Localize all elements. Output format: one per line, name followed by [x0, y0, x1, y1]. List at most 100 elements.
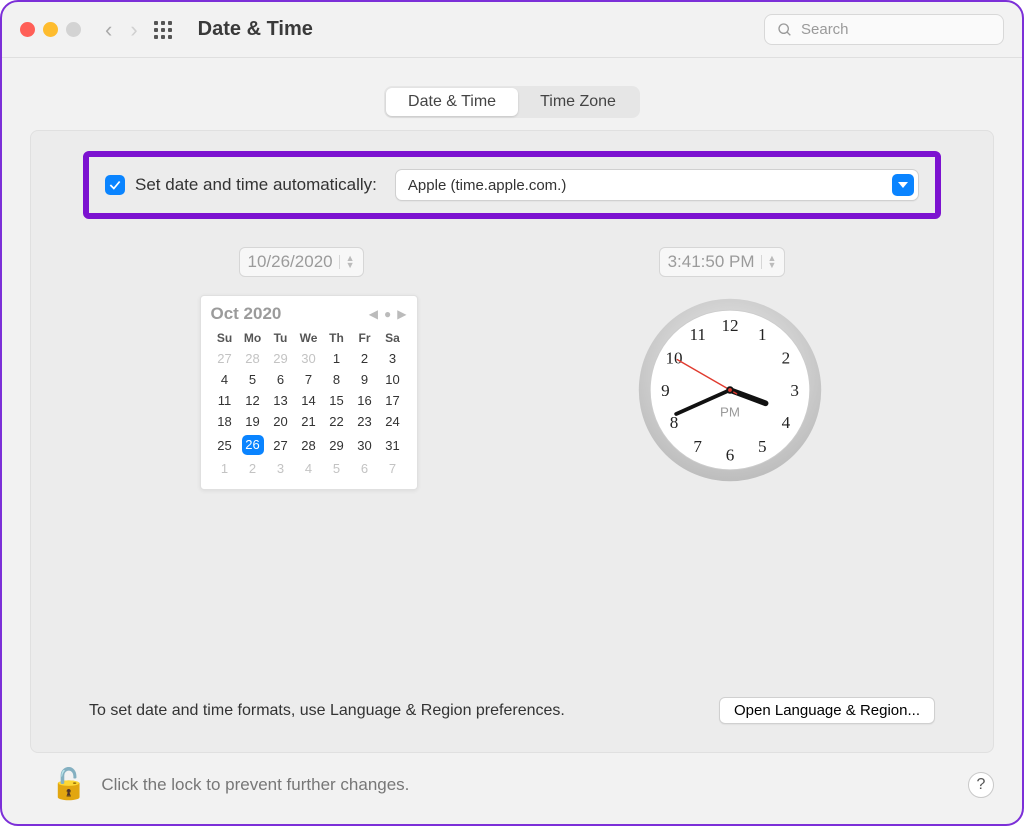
window-footer: 🔓 Click the lock to prevent further chan…	[2, 753, 1022, 824]
calendar-today-icon[interactable]: ●	[384, 307, 391, 321]
traffic-lights	[20, 22, 81, 37]
calendar-day[interactable]: 27	[267, 432, 295, 458]
date-field[interactable]: 10/26/2020 ▲▼	[239, 247, 364, 277]
calendar-day[interactable]: 2	[351, 348, 379, 369]
search-placeholder: Search	[801, 21, 849, 38]
format-hint-text: To set date and time formats, use Langua…	[89, 702, 565, 720]
calendar-day[interactable]: 10	[379, 369, 407, 390]
clock-face-icon: 121234567891011 PM	[635, 295, 825, 485]
open-language-region-button[interactable]: Open Language & Region...	[719, 697, 935, 724]
calendar-day[interactable]: 30	[351, 432, 379, 458]
svg-text:2: 2	[781, 349, 790, 368]
svg-text:7: 7	[693, 437, 702, 456]
calendar-day[interactable]: 4	[211, 369, 239, 390]
calendar-day[interactable]: 22	[323, 411, 351, 432]
tab-date-time[interactable]: Date & Time	[386, 88, 518, 116]
calendar-day[interactable]: 28	[239, 348, 267, 369]
close-window-button[interactable]	[20, 22, 35, 37]
calendar-day[interactable]: 25	[211, 432, 239, 458]
tab-time-zone[interactable]: Time Zone	[518, 88, 638, 116]
calendar-day[interactable]: 26	[239, 432, 267, 458]
calendar-day[interactable]: 17	[379, 390, 407, 411]
forward-button[interactable]: ›	[130, 17, 137, 43]
calendar-prev-icon[interactable]: ◀	[369, 307, 378, 321]
calendar-day[interactable]: 21	[295, 411, 323, 432]
time-field[interactable]: 3:41:50 PM ▲▼	[659, 247, 786, 277]
calendar-day[interactable]: 5	[323, 458, 351, 479]
window-title: Date & Time	[198, 18, 313, 41]
svg-text:4: 4	[781, 413, 790, 432]
date-stepper-icon[interactable]: ▲▼	[339, 255, 355, 269]
calendar-month-label: Oct 2020	[211, 304, 282, 324]
svg-text:11: 11	[689, 325, 705, 344]
titlebar: ‹ › Date & Time Search	[2, 2, 1022, 58]
svg-text:6: 6	[725, 445, 734, 464]
calendar-day[interactable]: 1	[211, 458, 239, 479]
calendar-day[interactable]: 24	[379, 411, 407, 432]
calendar-day[interactable]: 28	[295, 432, 323, 458]
lock-hint-text: Click the lock to prevent further change…	[101, 775, 409, 795]
calendar-day[interactable]: 5	[239, 369, 267, 390]
auto-set-checkbox[interactable]	[105, 175, 125, 195]
svg-text:3: 3	[790, 381, 799, 400]
calendar-day[interactable]: 29	[267, 348, 295, 369]
calendar-day[interactable]: 6	[351, 458, 379, 479]
calendar-day[interactable]: 1	[323, 348, 351, 369]
calendar-day[interactable]: 31	[379, 432, 407, 458]
calendar-day[interactable]: 2	[239, 458, 267, 479]
search-icon	[777, 22, 793, 38]
analog-clock: 121234567891011 PM	[635, 295, 825, 485]
calendar-day[interactable]: 19	[239, 411, 267, 432]
calendar-day[interactable]: 9	[351, 369, 379, 390]
calendar-day[interactable]: 16	[351, 390, 379, 411]
auto-time-row-highlight: Set date and time automatically: Apple (…	[83, 151, 941, 219]
calendar[interactable]: Oct 2020 ◀ ● ▶ SuMoTuWeThFrSa 2728293012…	[200, 295, 418, 490]
calendar-day[interactable]: 13	[267, 390, 295, 411]
svg-text:1: 1	[758, 325, 767, 344]
calendar-next-icon[interactable]: ▶	[397, 307, 406, 321]
calendar-day[interactable]: 20	[267, 411, 295, 432]
format-hint-row: To set date and time formats, use Langua…	[89, 697, 935, 724]
chevron-down-icon[interactable]	[892, 174, 914, 196]
svg-text:10: 10	[665, 349, 682, 368]
calendar-nav: ◀ ● ▶	[369, 307, 407, 321]
svg-text:8: 8	[669, 413, 678, 432]
show-all-icon[interactable]	[154, 21, 172, 39]
zoom-window-button	[66, 22, 81, 37]
minimize-window-button[interactable]	[43, 22, 58, 37]
calendar-day[interactable]: 14	[295, 390, 323, 411]
calendar-day[interactable]: 4	[295, 458, 323, 479]
date-value: 10/26/2020	[248, 252, 333, 272]
lock-icon[interactable]: 🔓	[50, 767, 87, 802]
calendar-day[interactable]: 29	[323, 432, 351, 458]
calendar-day[interactable]: 7	[379, 458, 407, 479]
time-server-value: Apple (time.apple.com.)	[408, 177, 566, 194]
content-pane: Set date and time automatically: Apple (…	[30, 130, 994, 753]
svg-text:12: 12	[721, 316, 738, 335]
calendar-day[interactable]: 11	[211, 390, 239, 411]
calendar-day[interactable]: 30	[295, 348, 323, 369]
auto-set-label: Set date and time automatically:	[135, 175, 377, 195]
preferences-window: ‹ › Date & Time Search Date & Time Time …	[0, 0, 1024, 826]
calendar-day[interactable]: 7	[295, 369, 323, 390]
calendar-day[interactable]: 8	[323, 369, 351, 390]
time-value: 3:41:50 PM	[668, 252, 755, 272]
calendar-day[interactable]: 3	[267, 458, 295, 479]
svg-text:9: 9	[661, 381, 670, 400]
calendar-day[interactable]: 23	[351, 411, 379, 432]
back-button[interactable]: ‹	[105, 17, 112, 43]
svg-text:5: 5	[758, 437, 767, 456]
search-input[interactable]: Search	[764, 14, 1004, 45]
nav-arrows: ‹ ›	[105, 17, 138, 43]
time-server-combo[interactable]: Apple (time.apple.com.)	[395, 169, 919, 201]
calendar-day[interactable]: 6	[267, 369, 295, 390]
calendar-grid: SuMoTuWeThFrSa 2728293012345678910111213…	[211, 328, 407, 479]
calendar-day[interactable]: 12	[239, 390, 267, 411]
calendar-day[interactable]: 27	[211, 348, 239, 369]
calendar-day[interactable]: 15	[323, 390, 351, 411]
calendar-day[interactable]: 3	[379, 348, 407, 369]
calendar-day[interactable]: 18	[211, 411, 239, 432]
help-button[interactable]: ?	[968, 772, 994, 798]
time-stepper-icon[interactable]: ▲▼	[761, 255, 777, 269]
svg-text:PM: PM	[720, 405, 740, 420]
